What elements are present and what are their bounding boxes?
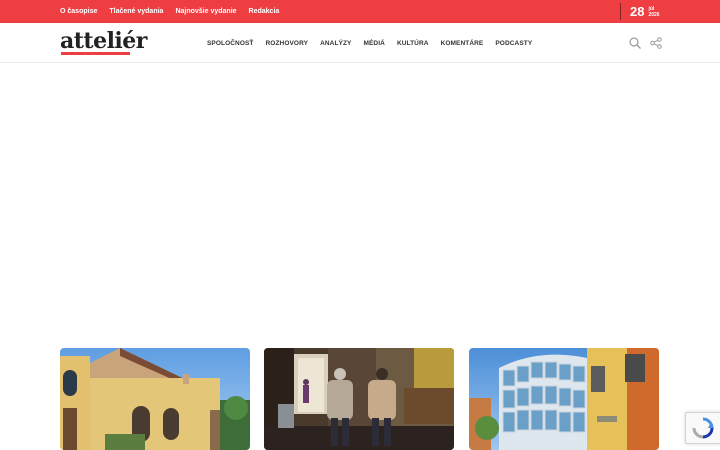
nav-spolocnost[interactable]: SPOLOČNOSŤ bbox=[207, 40, 254, 47]
recaptcha-badge[interactable] bbox=[685, 412, 720, 444]
top-bar: O časopise Tlačené vydania Najnovšie vyd… bbox=[0, 0, 720, 23]
date-month-year: júl 2026 bbox=[648, 6, 659, 18]
nav-komentare[interactable]: KOMENTÁRE bbox=[441, 40, 484, 47]
date-day: 28 bbox=[630, 4, 645, 19]
date-year: 2026 bbox=[648, 11, 660, 18]
site-logo[interactable]: atteliér bbox=[60, 29, 147, 53]
main-nav: SPOLOČNOSŤ ROZHOVORY ANALÝZY MÉDIÁ KULTÚ… bbox=[207, 23, 532, 63]
share-icon[interactable] bbox=[649, 36, 663, 50]
nav-podcasty[interactable]: PODCASTY bbox=[495, 40, 532, 47]
site-header: atteliér SPOLOČNOSŤ ROZHOVORY ANALÝZY MÉ… bbox=[0, 23, 720, 63]
nav-kultura[interactable]: KULTÚRA bbox=[397, 40, 429, 47]
top-link-o-casopise[interactable]: O časopise bbox=[60, 8, 97, 15]
ad-space bbox=[0, 64, 720, 344]
top-link-redakcia[interactable]: Redakcia bbox=[249, 8, 280, 15]
date-display: 28 júl 2026 bbox=[620, 3, 660, 20]
elderly-people-interior-photo bbox=[264, 348, 454, 450]
top-link-najnovsie-vydanie[interactable]: Najnovšie vydanie bbox=[175, 8, 236, 15]
logo-underline bbox=[61, 52, 130, 55]
search-icon[interactable] bbox=[628, 36, 642, 50]
nav-rozhovory[interactable]: ROZHOVORY bbox=[266, 40, 309, 47]
article-card-3[interactable] bbox=[469, 348, 659, 450]
recaptcha-icon bbox=[692, 417, 714, 439]
top-link-tlacene-vydania[interactable]: Tlačené vydania bbox=[109, 8, 163, 15]
article-card-2[interactable] bbox=[264, 348, 454, 450]
article-card-1[interactable] bbox=[60, 348, 250, 450]
nav-media[interactable]: MÉDIÁ bbox=[363, 40, 384, 47]
top-links: O časopise Tlačené vydania Najnovšie vyd… bbox=[60, 0, 279, 23]
nav-analyzy[interactable]: ANALÝZY bbox=[320, 40, 351, 47]
church-building-photo bbox=[60, 348, 250, 450]
glass-building-photo bbox=[469, 348, 659, 450]
